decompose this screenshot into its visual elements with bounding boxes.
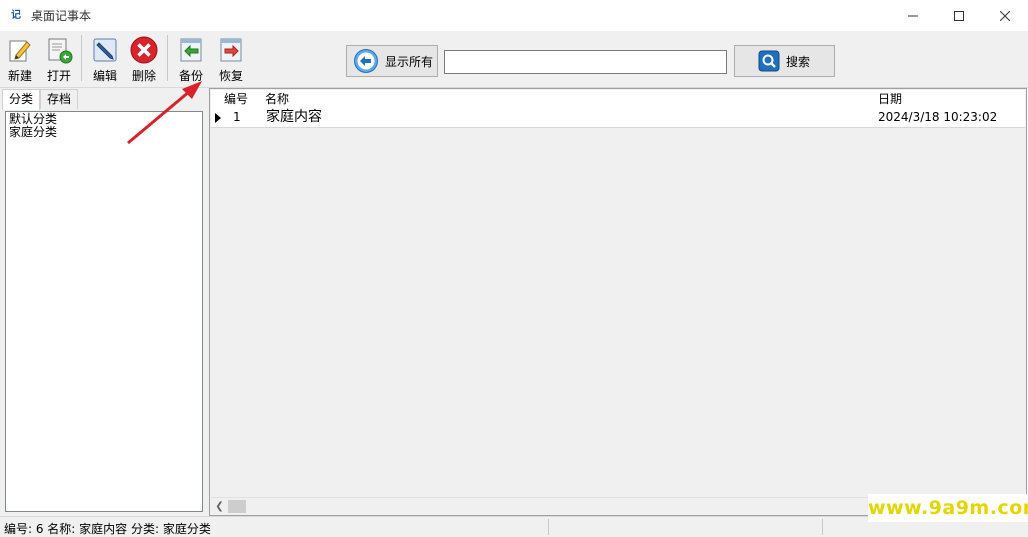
restore-icon (216, 35, 246, 65)
table-row[interactable]: 1 家庭内容 2024/3/18 10:23:02 (211, 108, 1025, 128)
row-date: 2024/3/18 10:23:02 (878, 110, 998, 124)
title-bar: 记 桌面记事本 (0, 0, 1028, 31)
notes-grid: 编号 名称 日期 1 家庭内容 2024/3/18 10:23:02 ❮ (209, 88, 1027, 516)
current-row-indicator-icon (215, 113, 221, 123)
search-button[interactable]: 搜索 (734, 45, 835, 77)
search-button-label: 搜索 (786, 54, 811, 69)
maximize-icon (954, 10, 964, 21)
maximize-button[interactable] (936, 0, 982, 31)
backup-icon (176, 35, 206, 65)
open-button-label: 打开 (46, 69, 71, 83)
open-file-icon (44, 35, 74, 65)
minimize-icon (908, 15, 918, 16)
column-header-name[interactable]: 名称 (265, 92, 289, 106)
new-button[interactable]: 新建 (2, 35, 38, 85)
status-text: 编号: 6 名称: 家庭内容 分类: 家庭分类 (4, 522, 211, 536)
watermark: www.9a9m.com (868, 494, 1028, 522)
tab-archive[interactable]: 存档 (40, 89, 79, 109)
window-title: 桌面记事本 (31, 9, 92, 23)
delete-icon (129, 35, 159, 65)
edit-button-label: 编辑 (92, 69, 117, 83)
row-number: 1 (233, 110, 241, 124)
column-header-number[interactable]: 编号 (224, 92, 248, 106)
scrollbar-thumb[interactable] (228, 500, 246, 513)
status-separator (548, 519, 549, 535)
tab-category[interactable]: 分类 (2, 89, 41, 110)
column-header-date[interactable]: 日期 (878, 92, 902, 106)
open-button[interactable]: 打开 (41, 35, 77, 85)
category-list: 默认分类 家庭分类 (5, 111, 203, 512)
search-input[interactable] (444, 50, 727, 74)
new-button-label: 新建 (7, 69, 32, 83)
minimize-button[interactable] (890, 0, 936, 31)
app-icon: 记 (11, 9, 21, 21)
edit-button[interactable]: 编辑 (87, 35, 123, 85)
annotation-arrow-icon (127, 81, 202, 145)
restore-button-label: 恢复 (218, 69, 243, 83)
status-separator (822, 519, 823, 535)
back-arrow-icon (354, 49, 378, 73)
scroll-left-icon[interactable]: ❮ (211, 498, 228, 515)
window-controls (890, 0, 1028, 31)
show-all-button[interactable]: 显示所有 (346, 45, 438, 77)
grid-header: 编号 名称 日期 (211, 90, 1025, 109)
new-note-icon (5, 35, 35, 65)
toolbar-separator (81, 35, 82, 81)
show-all-label: 显示所有 (385, 54, 434, 69)
close-icon (1000, 10, 1010, 21)
row-name: 家庭内容 (266, 109, 322, 125)
edit-icon (90, 35, 120, 65)
search-icon (758, 50, 780, 72)
close-button[interactable] (982, 0, 1028, 31)
left-tabs: 分类 存档 (2, 89, 79, 110)
restore-button[interactable]: 恢复 (213, 35, 249, 85)
